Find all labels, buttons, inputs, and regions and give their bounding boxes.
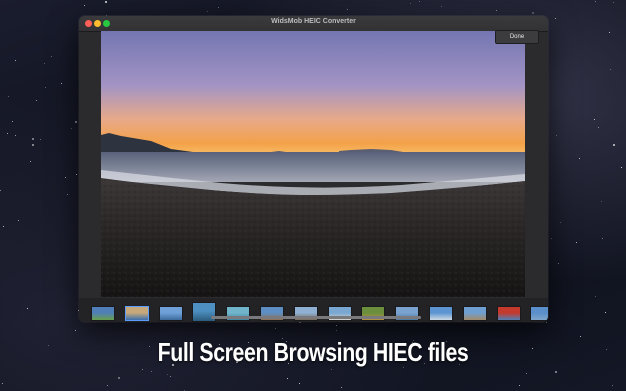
thumbnail-scrollbar[interactable] [211,316,421,319]
promo-caption: Full Screen Browsing HIEC files [157,337,469,367]
sky [101,31,525,153]
window-title: WidsMob HEIC Converter [271,18,356,25]
photo-thumbnail[interactable] [192,302,217,322]
photo-thumbnail[interactable] [158,306,183,321]
photo-thumbnail[interactable] [462,306,487,321]
photo-thumbnail[interactable] [91,306,115,321]
photo-thumbnail[interactable] [429,306,453,321]
photo-thumbnail[interactable] [530,306,548,321]
done-button[interactable]: Done [495,30,539,44]
photo-preview [101,31,525,297]
photo-thumbnail[interactable] [124,306,149,321]
app-window: WidsMob HEIC Converter Done [79,16,548,322]
photo-thumbnail[interactable] [496,306,521,321]
title-bar: WidsMob HEIC Converter [79,16,548,32]
